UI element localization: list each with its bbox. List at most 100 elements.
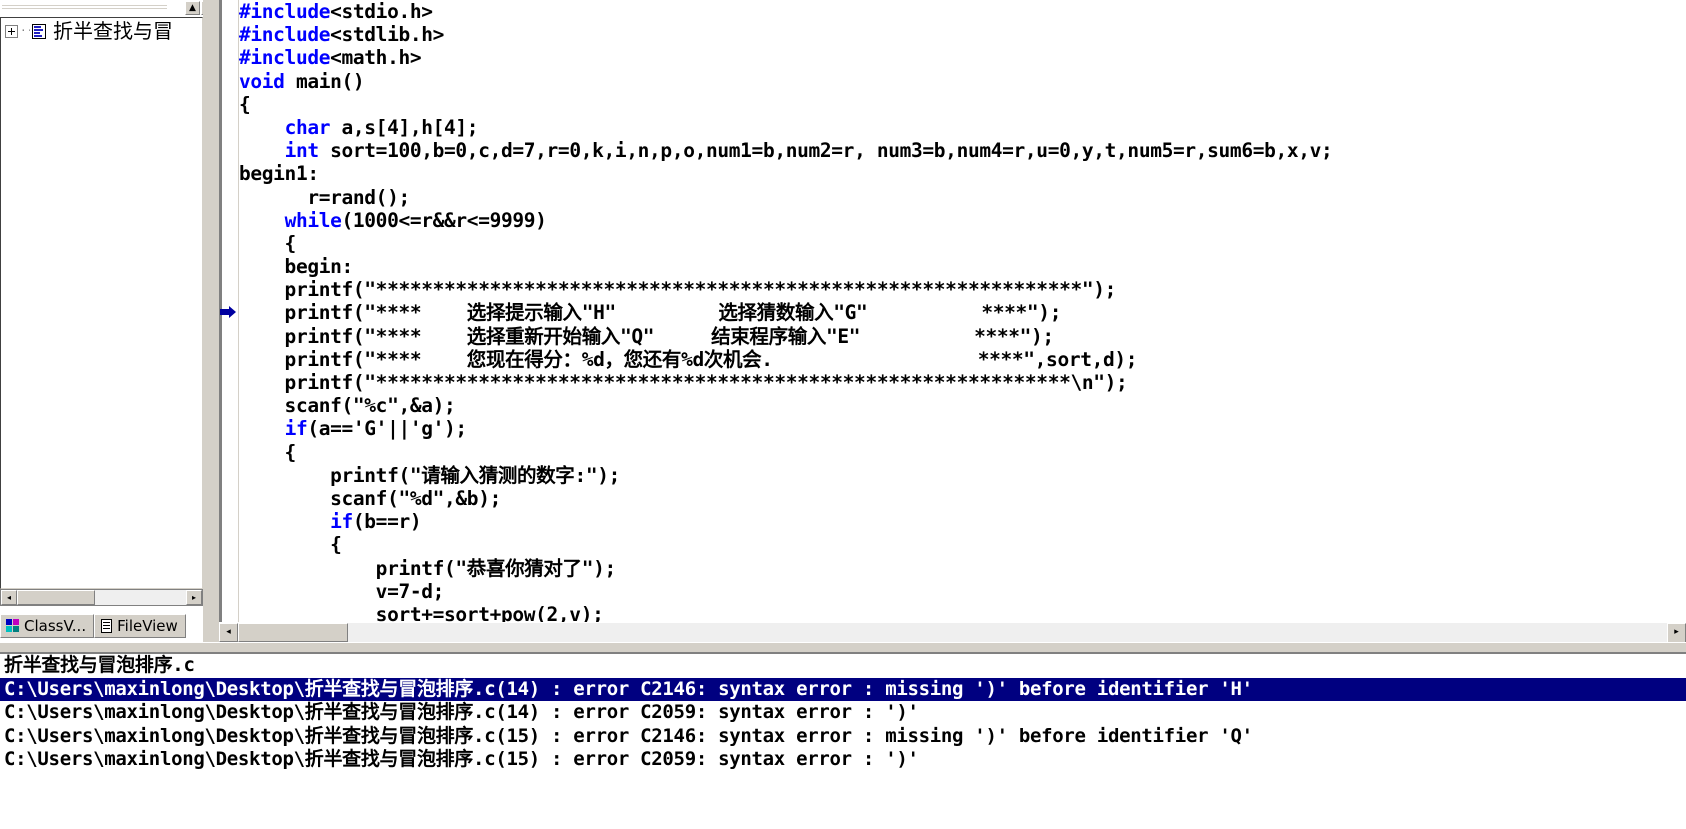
scroll-left-icon[interactable]: ◂ bbox=[1, 590, 17, 605]
code-token: v=7-d; bbox=[239, 579, 445, 603]
code-token: scanf("%c",&a); bbox=[239, 394, 456, 418]
code-line: begin: bbox=[239, 255, 1686, 278]
code-keyword: if bbox=[330, 510, 353, 534]
file-view-icon bbox=[100, 618, 113, 634]
output-message-row[interactable]: C:\Users\maxinlong\Desktop\折半查找与冒泡排序.c(1… bbox=[0, 701, 1686, 725]
code-line: scanf("%c",&a); bbox=[239, 394, 1686, 417]
code-token: printf("**** 选择重新开始输入"Q" 结束程序输入"E" ****"… bbox=[239, 324, 1055, 348]
code-token: printf("**** 您现在得分：%d，您还有%d次机会. ****",so… bbox=[239, 347, 1138, 371]
output-message-row[interactable]: C:\Users\maxinlong\Desktop\折半查找与冒泡排序.c(1… bbox=[0, 725, 1686, 749]
code-token: (1000<=r&&r<=9999) bbox=[341, 208, 547, 232]
tab-class-view[interactable]: ClassV... bbox=[0, 614, 95, 638]
code-line: #include<math.h> bbox=[239, 46, 1686, 69]
code-token: scanf("%d",&b); bbox=[239, 486, 501, 510]
minimize-icon[interactable]: ▲ bbox=[185, 1, 200, 15]
code-token: (b==r) bbox=[352, 510, 422, 534]
code-line: { bbox=[239, 93, 1686, 116]
code-keyword: #include bbox=[239, 23, 331, 47]
code-line: #include<stdio.h> bbox=[239, 0, 1686, 23]
workspace-tabs: ClassV... FileView bbox=[0, 612, 219, 638]
scroll-thumb[interactable] bbox=[17, 590, 95, 605]
output-message-row[interactable]: C:\Users\maxinlong\Desktop\折半查找与冒泡排序.c(1… bbox=[0, 748, 1686, 772]
output-message-row[interactable]: C:\Users\maxinlong\Desktop\折半查找与冒泡排序.c(1… bbox=[0, 677, 1686, 701]
code-token: main() bbox=[284, 69, 365, 93]
vertical-splitter[interactable] bbox=[203, 0, 219, 648]
code-token: <stdlib.h> bbox=[330, 23, 445, 47]
class-view-icon bbox=[6, 619, 20, 633]
code-token: printf("请输入猜测的数字:"); bbox=[239, 463, 621, 487]
code-keyword: int bbox=[284, 139, 320, 163]
code-keyword: if bbox=[284, 417, 308, 441]
tree-connector-dots: ··· bbox=[20, 27, 30, 35]
editor-scroll-thumb[interactable] bbox=[238, 623, 348, 642]
tree-horizontal-scrollbar[interactable]: ◂ ▸ bbox=[0, 589, 203, 606]
code-token: printf("********************************… bbox=[239, 371, 1128, 394]
code-line: #include<stdlib.h> bbox=[239, 23, 1686, 46]
code-token: { bbox=[239, 440, 297, 464]
code-line: printf("请输入猜测的数字:"); bbox=[239, 464, 1686, 487]
output-pane[interactable]: 折半查找与冒泡排序.c C:\Users\maxinlong\Desktop\折… bbox=[0, 652, 1686, 829]
editor-scroll-left-icon[interactable]: ◂ bbox=[219, 623, 238, 642]
output-header: 折半查找与冒泡排序.c bbox=[4, 654, 195, 676]
code-line: printf("恭喜你猜对了"); bbox=[239, 557, 1686, 580]
code-token: <stdio.h> bbox=[330, 0, 433, 23]
code-line: printf("**** 选择重新开始输入"Q" 结束程序输入"E" ****"… bbox=[239, 325, 1686, 348]
workspace-panel: ▲ ✕ ··· 折半查找与冒 ◂ ▸ bbox=[0, 0, 219, 648]
output-message-list[interactable]: C:\Users\maxinlong\Desktop\折半查找与冒泡排序.c(1… bbox=[0, 677, 1686, 772]
code-token: a,s[4],h[4]; bbox=[330, 115, 479, 139]
code-token: r=rand(); bbox=[239, 185, 410, 209]
code-line: printf("********************************… bbox=[239, 278, 1686, 301]
code-line: { bbox=[239, 533, 1686, 556]
code-token: { bbox=[239, 92, 251, 116]
code-keyword: #include bbox=[239, 0, 331, 23]
code-token: printf("恭喜你猜对了"); bbox=[239, 556, 617, 580]
code-keyword: char bbox=[284, 115, 331, 139]
expand-plus-icon[interactable] bbox=[5, 24, 18, 38]
code-token: { bbox=[239, 533, 342, 557]
tab-class-view-label: ClassV... bbox=[24, 617, 87, 635]
code-line: char a,s[4],h[4]; bbox=[239, 116, 1686, 139]
code-line: while(1000<=r&&r<=9999) bbox=[239, 209, 1686, 232]
scroll-track[interactable] bbox=[17, 590, 186, 605]
code-text[interactable]: #include<stdio.h> #include<stdlib.h> #incl… bbox=[239, 0, 1686, 630]
code-line: printf("********************************… bbox=[239, 371, 1686, 394]
code-line: { bbox=[239, 441, 1686, 464]
code-token: printf("********************************… bbox=[239, 278, 1117, 302]
code-token: begin1: bbox=[239, 162, 319, 186]
scroll-right-icon[interactable]: ▸ bbox=[186, 590, 202, 605]
titlebar-grip bbox=[2, 5, 167, 12]
code-token: printf("**** 选择提示输入"H" 选择猜数输入"G" ****"); bbox=[239, 301, 1062, 325]
code-line: scanf("%d",&b); bbox=[239, 487, 1686, 510]
code-token: (a=='G'||'g'); bbox=[307, 417, 467, 441]
project-workspace-icon bbox=[30, 23, 49, 40]
code-keyword: while bbox=[284, 208, 342, 232]
code-editor[interactable]: #include<stdio.h> #include<stdlib.h> #incl… bbox=[219, 0, 1686, 648]
code-line: v=7-d; bbox=[239, 580, 1686, 603]
editor-margin-strip bbox=[219, 0, 222, 648]
vc6-ide-window: ▲ ✕ ··· 折半查找与冒 ◂ ▸ bbox=[0, 0, 1686, 829]
code-line: { bbox=[239, 232, 1686, 255]
class-view-tree[interactable]: ··· 折半查找与冒 bbox=[0, 17, 203, 589]
code-line: if(b==r) bbox=[239, 510, 1686, 533]
current-statement-arrow-icon bbox=[220, 305, 238, 319]
code-keyword: void bbox=[239, 69, 285, 93]
code-line: int sort=100,b=0,c,d=7,r=0,k,i,n,p,o,num… bbox=[239, 139, 1686, 162]
code-line: void main() bbox=[239, 70, 1686, 93]
code-token: <math.h> bbox=[330, 46, 422, 70]
editor-horizontal-scrollbar[interactable]: ◂ ▸ bbox=[219, 622, 1686, 643]
tab-file-view[interactable]: FileView bbox=[94, 614, 186, 638]
code-line: printf("**** 选择提示输入"H" 选择猜数输入"G" ****"); bbox=[239, 301, 1686, 324]
code-line: r=rand(); bbox=[239, 186, 1686, 209]
editor-selection-margin[interactable] bbox=[219, 0, 239, 648]
horizontal-splitter[interactable] bbox=[0, 642, 1686, 652]
tree-item-root[interactable]: ··· 折半查找与冒 bbox=[1, 18, 202, 44]
editor-scroll-right-icon[interactable]: ▸ bbox=[1667, 623, 1686, 643]
workspace-titlebar: ▲ ✕ bbox=[0, 0, 219, 17]
editor-scroll-track[interactable] bbox=[238, 623, 1686, 642]
code-keyword: #include bbox=[239, 46, 331, 70]
